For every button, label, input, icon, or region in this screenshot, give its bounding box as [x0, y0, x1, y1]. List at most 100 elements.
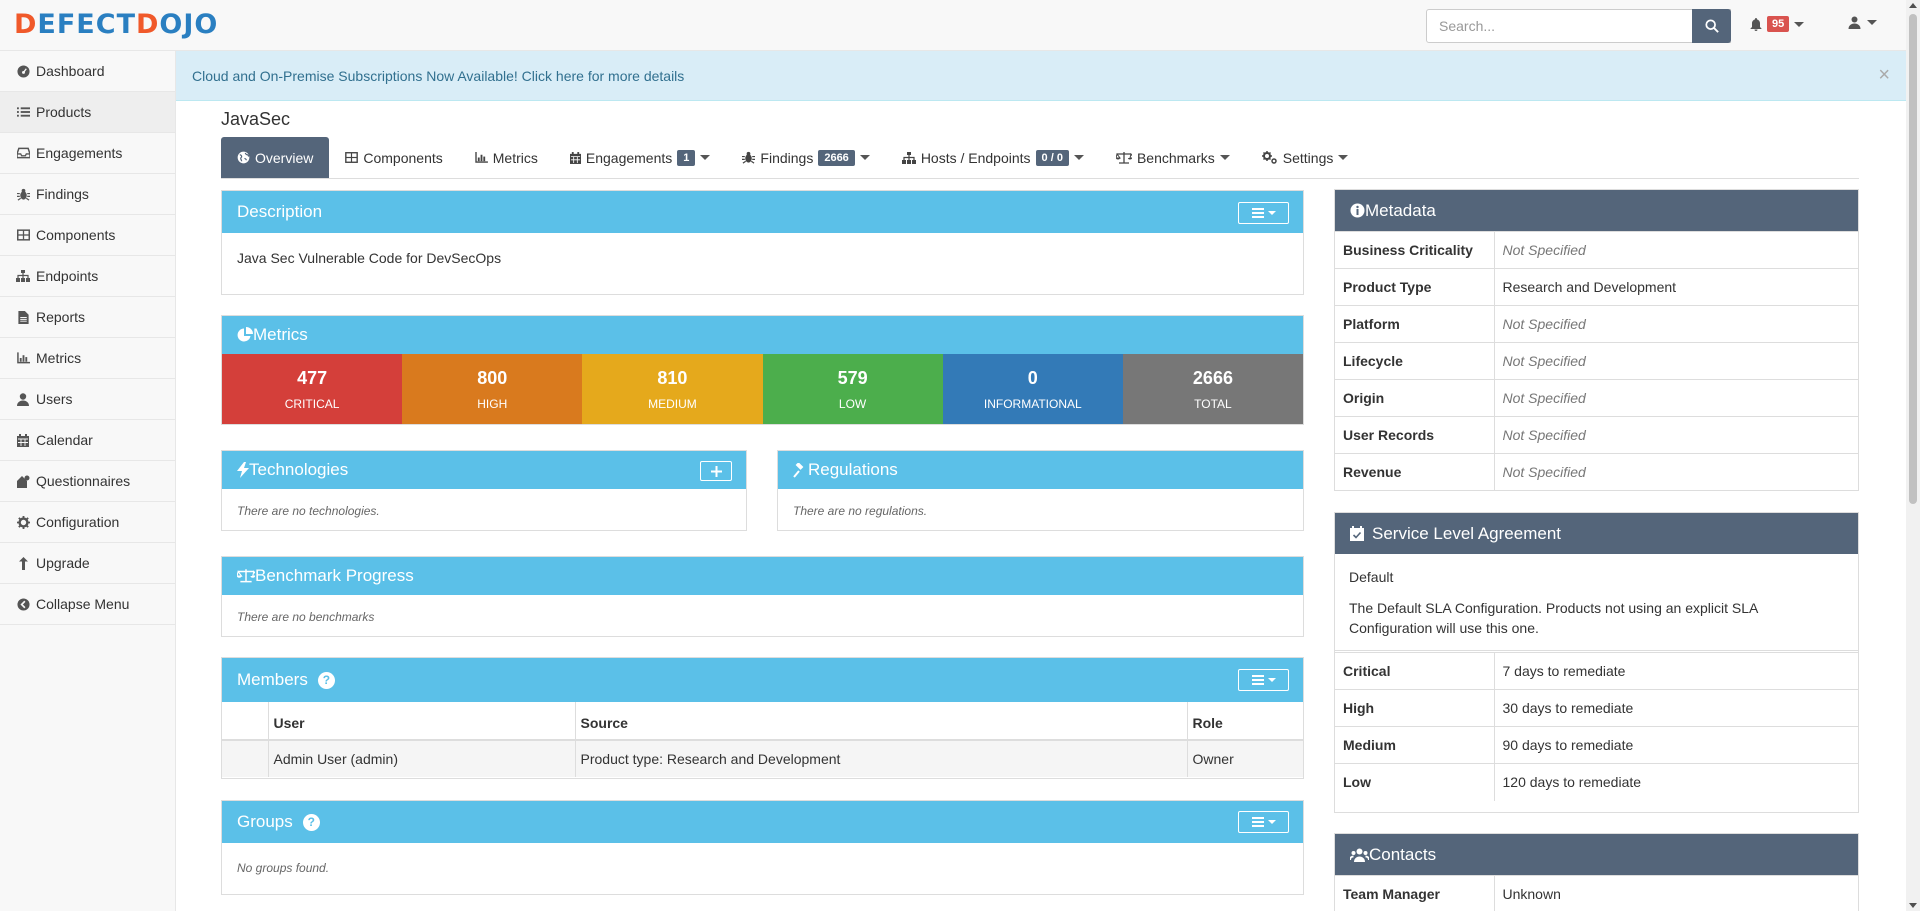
page-scrollbar[interactable]	[1906, 0, 1920, 911]
user-menu-dropdown[interactable]	[1848, 16, 1877, 29]
tab-hosts-endpoints[interactable]: Hosts / Endpoints 0 / 0	[886, 137, 1100, 178]
members-menu-button[interactable]	[1238, 669, 1289, 691]
metric-medium[interactable]: 810 MEDIUM	[582, 354, 763, 424]
metrics-panel: Metrics 477 CRITICAL 800 HIGH 810 MEDIUM 57…	[221, 315, 1304, 425]
sidebar-item-label: Products	[36, 104, 92, 120]
users-icon	[1350, 848, 1369, 862]
panel-heading: Description	[222, 191, 1303, 233]
sidebar-item-users[interactable]: Users	[0, 379, 175, 420]
add-technology-button[interactable]	[700, 461, 732, 481]
sidebar-item-calendar[interactable]: Calendar	[0, 420, 175, 461]
sidebar-item-endpoints[interactable]: Endpoints	[0, 256, 175, 297]
sidebar-item-collapse-menu[interactable]: Collapse Menu	[0, 584, 175, 625]
subscription-alert[interactable]: Cloud and On-Premise Subscriptions Now A…	[176, 51, 1906, 101]
chevron-down-icon	[1267, 820, 1276, 824]
brand-logo[interactable]: DEFECTDOJO	[14, 11, 218, 39]
menu-icon	[1251, 817, 1264, 827]
calendar-icon	[569, 151, 581, 164]
description-menu-button[interactable]	[1238, 202, 1289, 224]
member-source: Product type: Research and Development	[575, 740, 1188, 777]
sidebar-item-components[interactable]: Components	[0, 215, 175, 256]
sidebar-item-dashboard[interactable]: Dashboard	[0, 51, 175, 92]
metric-high[interactable]: 800 HIGH	[402, 354, 583, 424]
tab-label: Components	[363, 149, 443, 166]
scroll-up-arrow-icon[interactable]	[1909, 3, 1917, 8]
sidebar-item-products[interactable]: Products	[0, 92, 175, 133]
search-input[interactable]	[1426, 9, 1731, 43]
sidebar-item-label: Questionnaires	[36, 473, 131, 489]
hosts-count-badge: 0 / 0	[1035, 149, 1069, 166]
tab-overview[interactable]: Overview	[221, 137, 330, 178]
sidebar-item-reports[interactable]: Reports	[0, 297, 175, 338]
tab-label: Hosts / Endpoints	[920, 149, 1031, 166]
sidebar-item-label: Upgrade	[36, 555, 90, 571]
metric-label: TOTAL	[1194, 396, 1232, 411]
sidebar-item-configuration[interactable]: Configuration	[0, 502, 175, 543]
sitemap-icon	[16, 269, 30, 283]
sla-severity: Medium	[1335, 726, 1495, 764]
technologies-panel: Technologies There are no technologies.	[221, 450, 747, 531]
contact-role: Team Manager	[1335, 875, 1495, 911]
calendar-check-icon	[1350, 526, 1364, 541]
sidebar-item-upgrade[interactable]: Upgrade	[0, 543, 175, 584]
sidebar-item-questionnaires[interactable]: Questionnaires	[0, 461, 175, 502]
brand-letter-d2: D	[136, 9, 160, 40]
metric-value: 810	[657, 367, 688, 388]
metric-low[interactable]: 579 LOW	[762, 354, 943, 424]
help-icon[interactable]: ?	[317, 671, 335, 689]
metric-critical[interactable]: 477 CRITICAL	[222, 354, 403, 424]
collapse-icon	[16, 597, 30, 611]
metric-informational[interactable]: 0 INFORMATIONAL	[942, 354, 1123, 424]
top-navbar: DEFECTDOJO 95	[0, 0, 1906, 51]
metric-label: LOW	[838, 396, 867, 411]
tab-findings[interactable]: Findings 2666	[726, 137, 885, 178]
scrollbar-thumb[interactable]	[1909, 14, 1917, 504]
metadata-table: Business Criticality Not Specified Produc…	[1335, 231, 1858, 491]
tab-label: Metrics	[492, 149, 538, 166]
tab-engagements[interactable]: Engagements 1	[554, 137, 727, 178]
sidebar-item-engagements[interactable]: Engagements	[0, 133, 175, 174]
sla-severity: High	[1335, 689, 1495, 727]
tab-metrics[interactable]: Metrics	[459, 137, 554, 178]
notifications-dropdown[interactable]: 95	[1750, 16, 1805, 32]
search-button[interactable]	[1692, 9, 1731, 43]
metric-value: 579	[837, 367, 868, 388]
contacts-panel: Contacts Team Manager Unknown	[1334, 833, 1859, 911]
table-row: Business Criticality Not Specified	[1335, 231, 1858, 269]
sidebar-item-label: Endpoints	[36, 268, 99, 284]
alert-text[interactable]: Cloud and On-Premise Subscriptions Now A…	[192, 68, 684, 84]
panel-heading: Metadata	[1335, 190, 1858, 231]
sla-severity: Critical	[1335, 652, 1495, 690]
chevron-down-icon	[1219, 155, 1230, 160]
column-header-role[interactable]: Role	[1187, 702, 1303, 741]
scroll-down-arrow-icon[interactable]	[1909, 903, 1917, 908]
chevron-down-icon	[700, 155, 711, 160]
column-header-source[interactable]: Source	[575, 702, 1188, 741]
gear-icon	[16, 515, 30, 529]
chart-icon	[475, 152, 488, 163]
metric-total[interactable]: 2666 TOTAL	[1122, 354, 1304, 424]
brand-letter-d: D	[14, 9, 38, 40]
inbox-icon	[16, 146, 30, 160]
tab-settings[interactable]: Settings	[1246, 137, 1365, 178]
close-icon[interactable]: ×	[1878, 64, 1890, 87]
help-icon[interactable]: ?	[302, 813, 320, 831]
tab-components[interactable]: Components	[329, 137, 458, 178]
pie-chart-icon	[237, 327, 253, 342]
description-text: Java Sec Vulnerable Code for DevSecOps	[237, 250, 502, 266]
column-header-user[interactable]: User	[268, 702, 576, 741]
panel-heading: Service Level Agreement	[1335, 513, 1858, 554]
groups-menu-button[interactable]	[1238, 811, 1289, 833]
metadata-key: Product Type	[1335, 268, 1495, 306]
tab-benchmarks[interactable]: Benchmarks	[1100, 137, 1246, 178]
sidebar-item-metrics[interactable]: Metrics	[0, 338, 175, 379]
list-icon	[16, 105, 30, 119]
sidebar-item-findings[interactable]: Findings	[0, 174, 175, 215]
column-header-actions	[222, 702, 269, 741]
table-icon	[16, 228, 30, 242]
brand-text-ojo: OJO	[159, 9, 219, 40]
bug-icon	[16, 187, 30, 201]
chevron-down-icon	[1073, 155, 1084, 160]
row-actions-cell[interactable]	[222, 740, 269, 777]
info-icon	[1350, 203, 1365, 218]
